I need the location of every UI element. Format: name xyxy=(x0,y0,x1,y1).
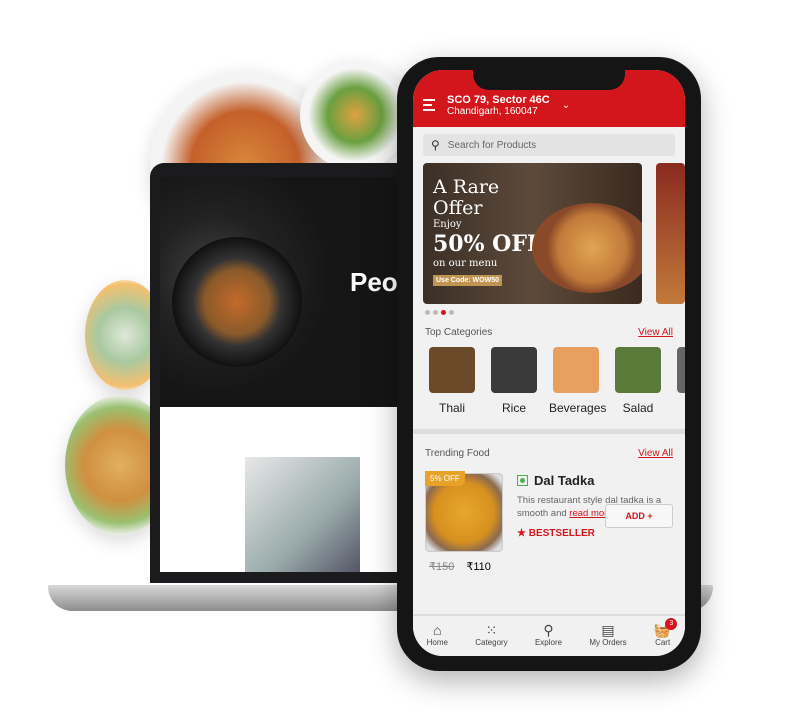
phone-frame: SCO 79, Sector 46C Chandigarh, 160047 ⌄ … xyxy=(397,57,701,671)
address-line1: SCO 79, Sector 46C xyxy=(447,94,550,106)
categories-header: Top Categories View All xyxy=(413,321,685,338)
cart-count-badge: 3 xyxy=(665,618,678,630)
banner-line1: A Rare xyxy=(433,176,500,198)
veg-icon xyxy=(517,475,528,486)
nav-label: Category xyxy=(475,638,508,647)
nav-explore[interactable]: ⚲ Explore xyxy=(535,622,562,656)
search-icon: ⚲ xyxy=(431,138,440,152)
carousel-dots[interactable] xyxy=(413,304,685,321)
original-price: ₹150 xyxy=(429,561,455,573)
discounted-price: ₹110 xyxy=(466,561,491,573)
category-label: Salad xyxy=(622,401,654,415)
phone-screen: SCO 79, Sector 46C Chandigarh, 160047 ⌄ … xyxy=(413,70,685,656)
category-image xyxy=(677,347,685,393)
add-to-cart-button[interactable]: ADD + xyxy=(605,504,673,528)
nav-label: Home xyxy=(426,638,448,647)
section-title: Top Categories xyxy=(425,327,493,338)
category-image xyxy=(615,347,661,393)
laptop-hero-banner: Peo xyxy=(160,177,410,407)
nav-label: My Orders xyxy=(589,638,627,647)
phone-notch xyxy=(473,70,625,90)
category-label: Thali xyxy=(438,401,465,415)
chef-image xyxy=(245,457,360,572)
address-line2: Chandigarh, 160047 xyxy=(447,106,538,117)
grid-icon: ⁙ xyxy=(485,622,498,638)
next-banner[interactable] xyxy=(655,163,685,304)
star-icon: ★ xyxy=(517,528,526,539)
category-label: Rice xyxy=(501,401,526,415)
category-image xyxy=(429,347,475,393)
search-icon: ⚲ xyxy=(543,622,554,638)
category-label: Beverages xyxy=(549,401,607,415)
view-all-trending-link[interactable]: View All xyxy=(638,448,673,459)
nav-category[interactable]: ⁙ Category xyxy=(475,622,507,656)
nav-my-orders[interactable]: ▤ My Orders xyxy=(589,622,626,656)
hotdog-plate-image xyxy=(300,60,410,170)
category-list: Thali Rice Beverages Salad Raita xyxy=(413,338,685,417)
home-icon: ⌂ xyxy=(433,622,442,638)
bottom-nav: ⌂ Home ⁙ Category ⚲ Explore ▤ My Orders 🧺 Cart 3 xyxy=(413,614,685,656)
view-all-categories-link[interactable]: View All xyxy=(638,327,673,338)
nav-label: Cart xyxy=(655,638,671,647)
nav-cart[interactable]: 🧺 Cart 3 xyxy=(654,618,678,656)
offer-banner[interactable]: A Rare Offer Enjoy 50% OFF on our menu U… xyxy=(423,163,642,304)
nav-home[interactable]: ⌂ Home xyxy=(427,622,448,656)
clipboard-icon: ▤ xyxy=(601,622,615,638)
category-beverages[interactable]: Beverages xyxy=(549,347,607,417)
food-pan-image xyxy=(172,237,302,367)
promo-code: Use Code: WOW50 xyxy=(433,275,503,286)
item-name: Dal Tadka xyxy=(534,473,595,488)
location-selector[interactable]: SCO 79, Sector 46C Chandigarh, 160047 xyxy=(447,94,550,117)
category-image xyxy=(553,347,599,393)
category-image xyxy=(491,347,537,393)
discount-badge: 5% OFF xyxy=(425,471,465,486)
category-salad[interactable]: Salad xyxy=(611,347,665,417)
biryani-image xyxy=(531,203,642,293)
bestseller-tag: BESTSELLER xyxy=(528,528,595,539)
section-title: Trending Food xyxy=(425,448,490,459)
offer-carousel[interactable]: A Rare Offer Enjoy 50% OFF on our menu U… xyxy=(413,163,685,304)
search-input[interactable]: ⚲ Search for Products xyxy=(423,134,675,156)
chevron-down-icon[interactable]: ⌄ xyxy=(562,100,570,111)
category-rice[interactable]: Rice xyxy=(487,347,541,417)
search-placeholder: Search for Products xyxy=(447,139,537,151)
category-thali[interactable]: Thali xyxy=(425,347,479,417)
nav-label: Explore xyxy=(534,638,563,647)
laptop-hero-title: Peo xyxy=(350,267,398,297)
laptop-screen: Peo xyxy=(150,163,410,583)
menu-icon[interactable] xyxy=(423,99,435,114)
category-raita[interactable]: Raita xyxy=(673,347,685,417)
trending-header: Trending Food View All xyxy=(413,434,685,459)
